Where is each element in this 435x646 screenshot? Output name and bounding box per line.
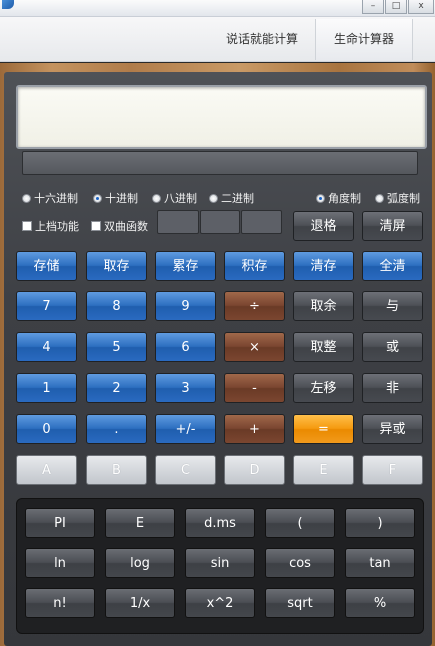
close-button[interactable]: x [408,0,434,14]
radix-bin[interactable]: 二进制 [209,192,254,206]
memory-indicator-1 [157,210,199,234]
radix-hex[interactable]: 十六进制 [22,192,78,206]
hex-d-button[interactable]: D [224,455,285,485]
minimize-button[interactable]: – [362,0,384,14]
key-6[interactable]: 6 [155,332,216,362]
xor-button[interactable]: 异或 [362,414,423,444]
window-controls: – □ x [362,0,435,16]
display-screen [16,85,427,149]
hyperbolic-checkbox[interactable]: 双曲函数 [91,220,148,234]
angle-degree[interactable]: 角度制 [316,192,361,206]
radix-dec[interactable]: 十进制 [93,192,138,206]
radio-icon [22,194,31,203]
key-1[interactable]: 1 [16,373,77,403]
radio-selected-icon [316,194,325,203]
left-paren-button[interactable]: ( [265,508,335,538]
product-store-button[interactable]: 积存 [224,251,285,281]
hex-e-button[interactable]: E [293,455,354,485]
e-constant-button[interactable]: E [105,508,175,538]
checkbox-icon [91,221,101,231]
square-button[interactable]: x^2 [185,588,255,618]
recall-button[interactable]: 取存 [86,251,147,281]
voice-calc-button[interactable]: 说话就能计算 [212,19,312,60]
decimal-point-button[interactable]: . [86,414,147,444]
reciprocal-button[interactable]: 1/x [105,588,175,618]
angle-radian[interactable]: 弧度制 [375,192,420,206]
divide-button[interactable]: ÷ [224,291,285,321]
radio-icon [152,194,161,203]
key-8[interactable]: 8 [86,291,147,321]
dms-button[interactable]: d.ms [185,508,255,538]
hex-a-button[interactable]: A [16,455,77,485]
clear-memory-button[interactable]: 清存 [293,251,354,281]
radio-icon [375,194,384,203]
shift-checkbox[interactable]: 上档功能 [22,220,79,234]
restore-button[interactable]: □ [385,0,407,14]
and-button[interactable]: 与 [362,291,423,321]
ln-button[interactable]: ln [25,548,95,578]
equals-button[interactable]: = [293,414,354,444]
minus-button[interactable]: - [224,373,285,403]
tan-button[interactable]: tan [345,548,415,578]
store-button[interactable]: 存储 [16,251,77,281]
key-0[interactable]: 0 [16,414,77,444]
checkbox-icon [22,221,32,231]
pi-button[interactable]: PI [25,508,95,538]
plus-button[interactable]: + [224,414,285,444]
sin-button[interactable]: sin [185,548,255,578]
radio-selected-icon [93,194,102,203]
radio-icon [209,194,218,203]
hex-c-button[interactable]: C [155,455,216,485]
log-button[interactable]: log [105,548,175,578]
or-button[interactable]: 或 [362,332,423,362]
multiply-button[interactable]: × [224,332,285,362]
not-button[interactable]: 非 [362,373,423,403]
radix-oct[interactable]: 八进制 [152,192,197,206]
key-3[interactable]: 3 [155,373,216,403]
memory-indicator-2 [200,210,240,234]
backspace-button[interactable]: 退格 [293,211,354,241]
modulo-button[interactable]: 取余 [293,291,354,321]
right-paren-button[interactable]: ) [345,508,415,538]
key-2[interactable]: 2 [86,373,147,403]
life-calc-button[interactable]: 生命计算器 [315,19,413,60]
key-5[interactable]: 5 [86,332,147,362]
key-7[interactable]: 7 [16,291,77,321]
sqrt-button[interactable]: sqrt [265,588,335,618]
expression-bar [22,151,418,175]
factorial-button[interactable]: n! [25,588,95,618]
memory-indicator-3 [241,210,282,234]
percent-button[interactable]: % [345,588,415,618]
negate-button[interactable]: +/- [155,414,216,444]
key-9[interactable]: 9 [155,291,216,321]
left-shift-button[interactable]: 左移 [293,373,354,403]
key-4[interactable]: 4 [16,332,77,362]
hex-b-button[interactable]: B [86,455,147,485]
accumulate-button[interactable]: 累存 [155,251,216,281]
hex-f-button[interactable]: F [362,455,423,485]
cos-button[interactable]: cos [265,548,335,578]
clear-screen-button[interactable]: 清屏 [362,211,423,241]
clear-all-button[interactable]: 全清 [362,251,423,281]
integer-button[interactable]: 取整 [293,332,354,362]
